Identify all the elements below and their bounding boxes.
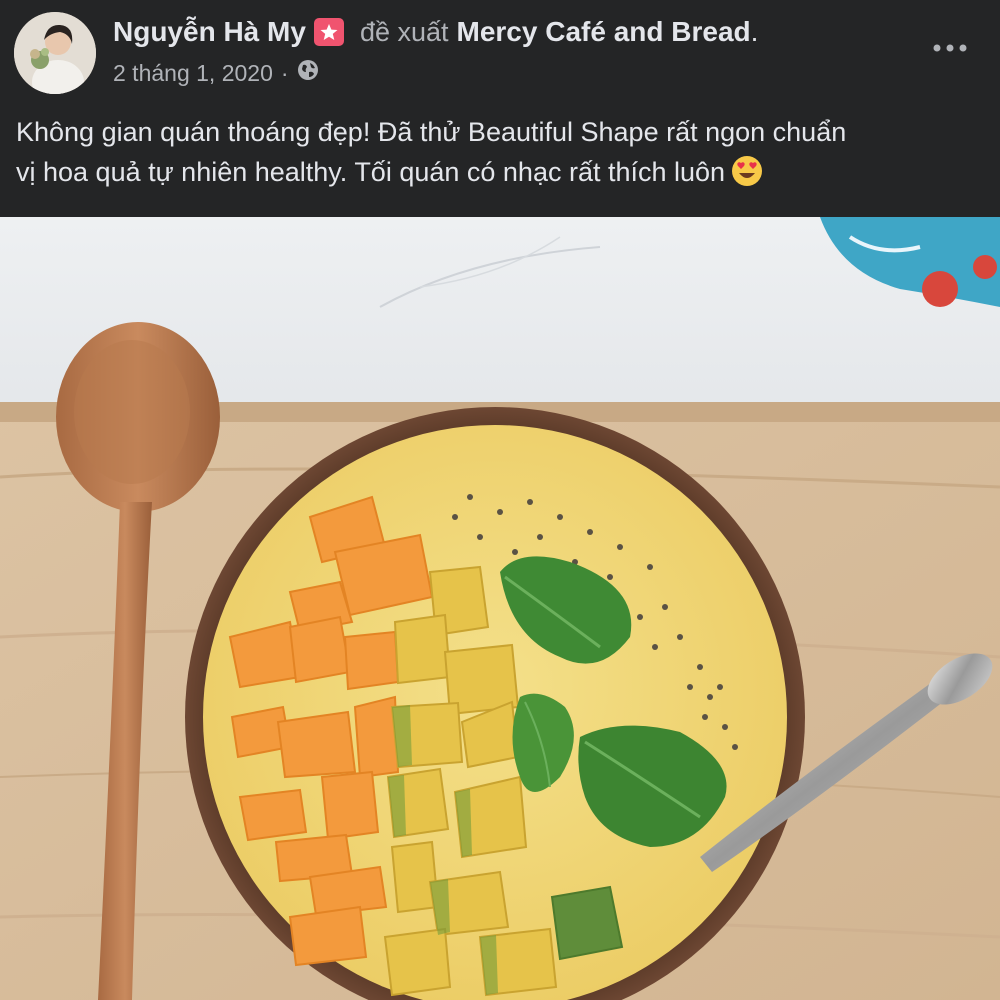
author-avatar[interactable] (14, 12, 96, 94)
post-text: Không gian quán thoáng đẹp! Đã thử Beaut… (16, 112, 986, 192)
post-date[interactable]: 2 tháng 1, 2020 (113, 60, 273, 87)
post-header: Nguyễn Hà My đề xuất Mercy Café and Brea… (0, 0, 1000, 217)
author-name[interactable]: Nguyễn Hà My (113, 16, 306, 48)
post-meta: 2 tháng 1, 2020 · (113, 58, 319, 88)
heart-eyes-emoji-icon (731, 155, 763, 187)
post-text-line-2: vị hoa quả tự nhiên healthy. Tối quán có… (16, 157, 726, 187)
post-photo[interactable] (0, 217, 1000, 1000)
star-badge-icon (313, 18, 344, 46)
page-name-link[interactable]: Mercy Café and Bread (457, 16, 751, 48)
more-options-icon[interactable] (930, 28, 970, 68)
recommends-label: đề xuất (359, 16, 449, 47)
period: . (750, 16, 759, 47)
meta-separator: · (280, 59, 289, 86)
author-line: Nguyễn Hà My đề xuất Mercy Café and Brea… (113, 14, 758, 50)
post-text-line-1: Không gian quán thoáng đẹp! Đã thử Beaut… (16, 117, 847, 147)
globe-icon[interactable] (297, 59, 319, 87)
facebook-post: Nguyễn Hà My đề xuất Mercy Café and Brea… (0, 0, 1000, 1000)
